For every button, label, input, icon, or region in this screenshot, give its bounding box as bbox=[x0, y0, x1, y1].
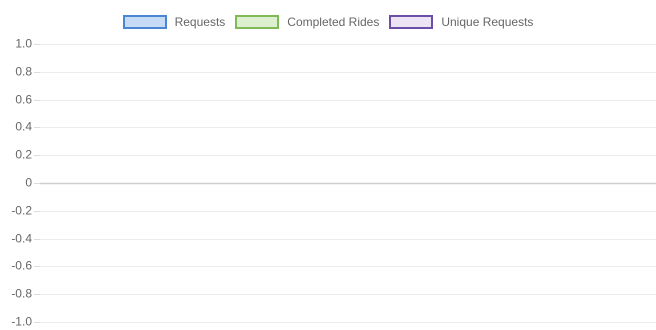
y-tick-label: -0.2 bbox=[11, 204, 32, 218]
y-axis: 1.0 0.8 0.6 0.4 0.2 0 -0.2 -0.4 -0.6 -0.8 -1.0 bbox=[11, 37, 40, 329]
y-tick-label: 1.0 bbox=[15, 37, 32, 51]
y-tick-label: -0.4 bbox=[11, 232, 32, 246]
y-tick-label: 0 bbox=[25, 176, 32, 190]
y-tick-label: -0.6 bbox=[11, 259, 32, 273]
y-tick-label: -1.0 bbox=[11, 315, 32, 329]
y-tick-label: -0.8 bbox=[11, 287, 32, 301]
line-chart: 1.0 0.8 0.6 0.4 0.2 0 -0.2 -0.4 -0.6 -0.8 -1.0 bbox=[11, 37, 656, 329]
y-tick-label: 0.6 bbox=[15, 93, 32, 107]
y-tick-label: 0.4 bbox=[15, 120, 32, 134]
grid-lines bbox=[40, 44, 656, 323]
y-tick-label: 0.2 bbox=[15, 148, 32, 162]
y-tick-label: 0.8 bbox=[15, 65, 32, 79]
